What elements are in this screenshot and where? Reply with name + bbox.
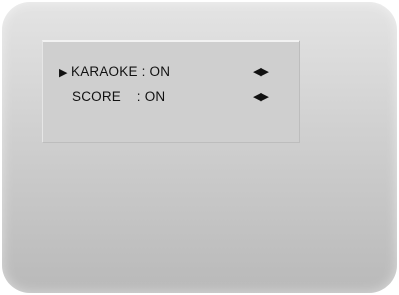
tv-screen: ▶ KARAOKE : ON ◀▶ SCORE : ON ◀▶ <box>2 2 397 293</box>
left-right-arrows-icon[interactable]: ◀▶ <box>253 65 269 78</box>
left-right-arrows-icon[interactable]: ◀▶ <box>253 90 269 103</box>
osd-menu-panel: ▶ KARAOKE : ON ◀▶ SCORE : ON ◀▶ <box>42 40 299 142</box>
menu-item-label: KARAOKE : ON <box>71 64 171 79</box>
menu-item-score[interactable]: SCORE : ON ◀▶ <box>43 89 299 111</box>
selection-cursor-icon: ▶ <box>59 67 68 79</box>
menu-item-label: SCORE : ON <box>72 89 166 104</box>
menu-item-karaoke[interactable]: ▶ KARAOKE : ON ◀▶ <box>43 64 299 86</box>
